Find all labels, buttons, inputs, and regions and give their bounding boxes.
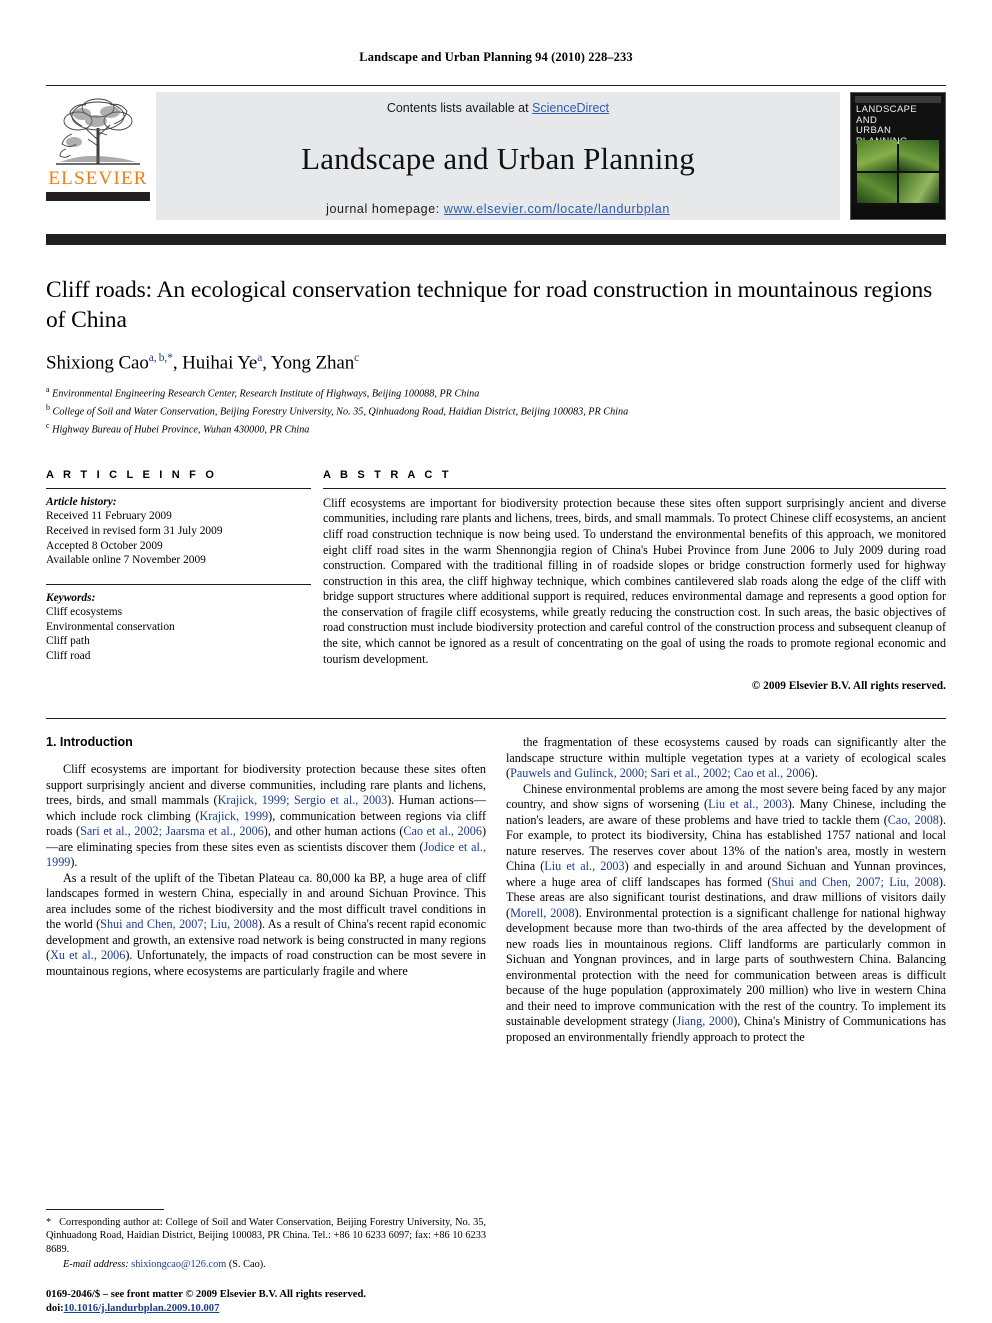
body-paragraph: Chinese environmental problems are among…: [506, 781, 947, 1044]
title-block: Cliff roads: An ecological conservation …: [46, 245, 946, 437]
affiliation-line: c Highway Bureau of Hubei Province, Wuha…: [46, 420, 310, 436]
contents-available-line: Contents lists available at ScienceDirec…: [387, 101, 609, 115]
elsevier-tree-icon: [56, 98, 140, 165]
journal-cover-thumbnail: LANDSCAPE AND URBAN PLANNING: [850, 92, 946, 220]
corresponding-author-note: * Corresponding author at: College of So…: [46, 1217, 486, 1255]
abstract-text: Cliff ecosystems are important for biodi…: [323, 495, 946, 666]
keyword-item: Environmental conservation: [46, 620, 175, 633]
journal-banner-center: Contents lists available at ScienceDirec…: [156, 92, 840, 220]
keyword-item: Cliff road: [46, 650, 91, 663]
cover-topbar: [855, 96, 941, 103]
footnote-area: * Corresponding author at: College of So…: [46, 1209, 486, 1271]
homepage-prefix: journal homepage:: [326, 202, 444, 216]
abstract-copyright: © 2009 Elsevier B.V. All rights reserved…: [751, 680, 946, 693]
sciencedirect-link[interactable]: ScienceDirect: [532, 101, 609, 115]
email-address-note: E-mail address: shixiongcao@126.com (S. …: [63, 1258, 266, 1270]
page-title: Cliff roads: An ecological conservation …: [46, 277, 933, 333]
running-head: Landscape and Urban Planning 94 (2010) 2…: [359, 50, 633, 64]
article-history-items: Received 11 February 2009 Received in rev…: [46, 509, 311, 567]
banner-bottom-bar: [46, 234, 946, 245]
cover-photo-1: [857, 140, 897, 171]
footnote-rule: [46, 1209, 164, 1211]
author-list: Shixiong Caoa, b,*, Huihai Yea, Yong Zha…: [46, 352, 360, 374]
journal-homepage-link[interactable]: www.elsevier.com/locate/landurbplan: [444, 202, 670, 216]
body-column-left: 1. Introduction Cliff ecosystems are imp…: [46, 735, 486, 979]
journal-homepage-line: journal homepage: www.elsevier.com/locat…: [326, 202, 670, 216]
intro-right-paragraphs: the fragmentation of these ecosystems ca…: [506, 735, 946, 1045]
article-history-block: Article history: Received 11 February 20…: [46, 489, 311, 568]
body-paragraph: Cliff ecosystems are important for biodi…: [46, 762, 487, 870]
cover-photo-4: [899, 172, 939, 203]
body-separator-rule: [46, 718, 946, 720]
article-info-heading: A R T I C L E I N F O: [46, 468, 218, 481]
journal-article-page: Landscape and Urban Planning 94 (2010) 2…: [0, 0, 992, 1323]
affiliation-mark: a: [46, 385, 50, 395]
elsevier-wordmark: ELSEVIER: [48, 168, 148, 189]
article-info-column: A R T I C L E I N F O Article history: R…: [46, 469, 311, 664]
affiliation-mark: b: [46, 403, 50, 413]
article-body: 1. Introduction Cliff ecosystems are imp…: [46, 735, 946, 1045]
elsevier-logo: ELSEVIER: [46, 92, 150, 201]
issn-frontmatter-line: 0169-2046/$ – see front matter © 2009 El…: [46, 1289, 366, 1301]
abstract-heading: A B S T R A C T: [323, 468, 452, 481]
section-heading-introduction: 1. Introduction: [46, 735, 133, 750]
journal-title: Landscape and Urban Planning: [301, 141, 695, 176]
abstract-column: A B S T R A C T Cliff ecosystems are imp…: [323, 468, 946, 693]
article-history-label: Article history:: [46, 495, 117, 508]
article-history-item: Accepted 8 October 2009: [46, 539, 163, 552]
cover-photo-2: [899, 140, 939, 171]
keywords-items: Cliff ecosystems Environmental conservati…: [46, 605, 311, 663]
info-abstract-row: A R T I C L E I N F O Article history: R…: [46, 468, 946, 693]
cover-title-line1: LANDSCAPE AND: [856, 104, 918, 126]
elsevier-underbar: [46, 192, 150, 201]
article-history-item: Received 11 February 2009: [46, 510, 172, 523]
keywords-block: Keywords: Cliff ecosystems Environmental …: [46, 583, 311, 664]
affiliation-line: a Environmental Engineering Research Cen…: [46, 385, 480, 400]
journal-banner: ELSEVIER Contents lists available at Sci…: [46, 85, 946, 226]
intro-left-paragraphs: Cliff ecosystems are important for biodi…: [46, 762, 486, 979]
affiliation-list: a Environmental Engineering Research Cen…: [46, 383, 946, 436]
body-paragraph: the fragmentation of these ecosystems ca…: [506, 735, 946, 781]
affiliation-mark: c: [46, 420, 50, 430]
keyword-item: Cliff ecosystems: [46, 606, 123, 619]
article-history-item: Available online 7 November 2009: [46, 554, 206, 567]
doi-link[interactable]: 10.1016/j.landurbplan.2009.10.007: [64, 1303, 220, 1314]
contents-prefix: Contents lists available at: [386, 101, 533, 115]
imprint-block: 0169-2046/$ – see front matter © 2009 El…: [46, 1288, 506, 1315]
body-paragraph: As a result of the uplift of the Tibetan…: [46, 870, 486, 978]
article-history-item: Received in revised form 31 July 2009: [46, 524, 223, 537]
doi-line: doi:10.1016/j.landurbplan.2009.10.007: [46, 1302, 506, 1315]
doi-label: doi:: [46, 1302, 64, 1314]
keyword-item: Cliff path: [46, 635, 90, 648]
affiliation-line: b College of Soil and Water Conservation…: [46, 403, 629, 418]
keywords-label: Keywords:: [46, 591, 96, 604]
cover-footer-bar: [851, 206, 945, 219]
cover-photo-3: [857, 172, 897, 203]
cover-photo-grid: [857, 140, 939, 203]
body-column-right: the fragmentation of these ecosystems ca…: [506, 735, 946, 1045]
